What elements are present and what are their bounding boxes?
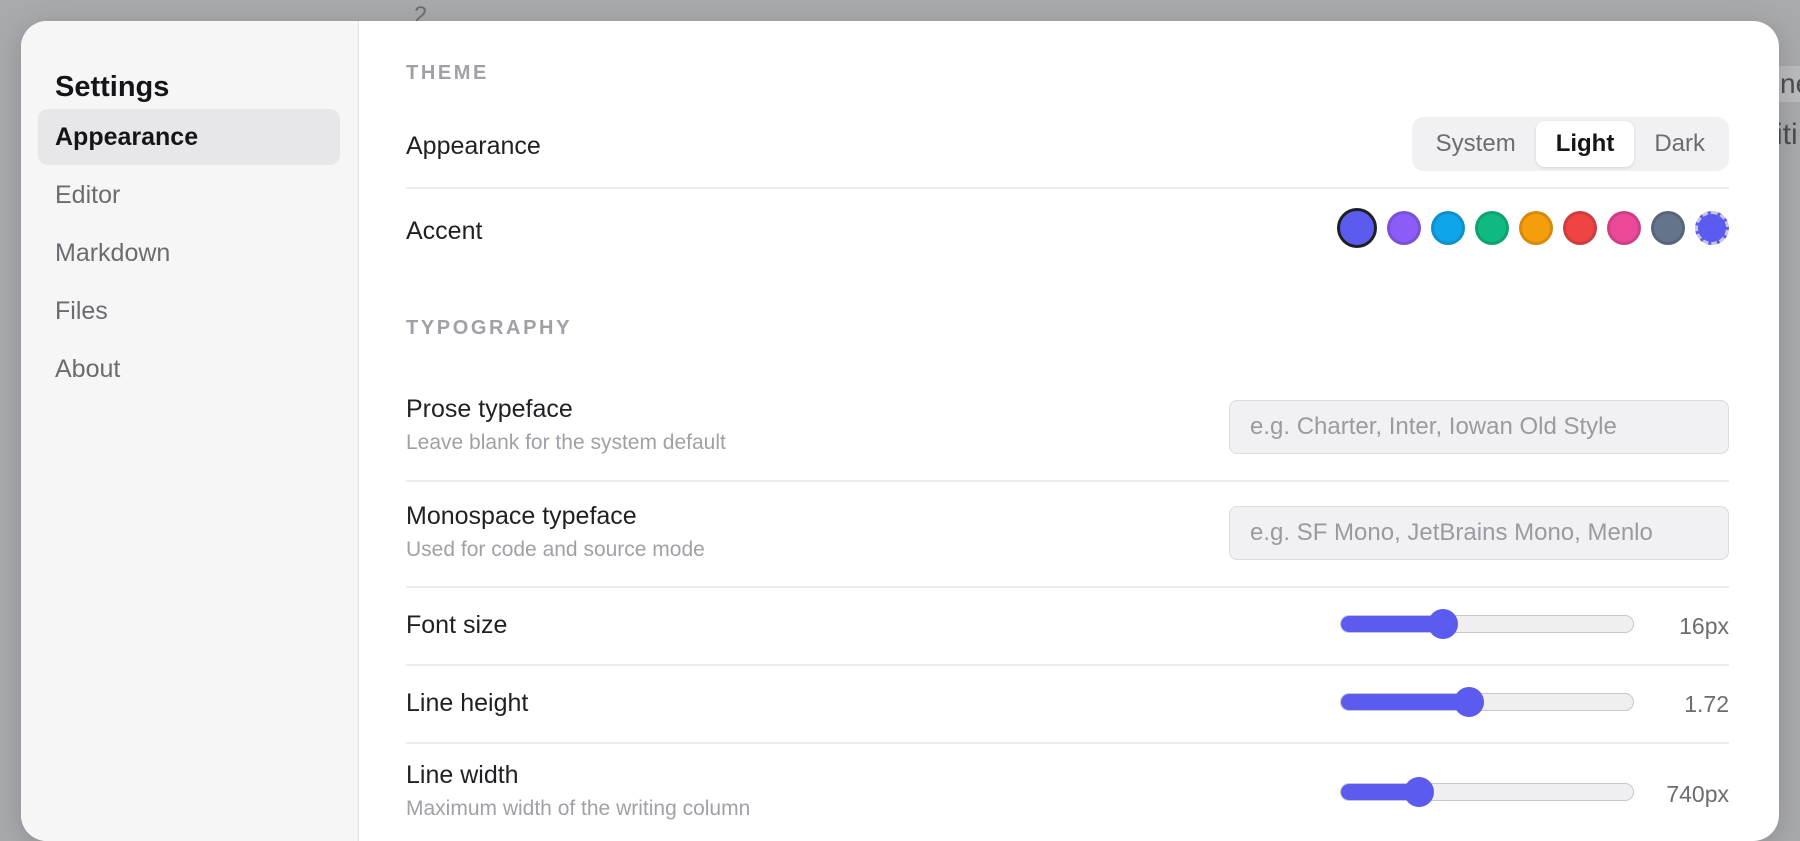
monospace-typeface-hint: Used for code and source mode [406, 538, 705, 561]
accent-swatch-custom[interactable] [1695, 211, 1729, 245]
line-width-slider[interactable] [1340, 777, 1634, 807]
appearance-segmented-control: System Light Dark [1411, 117, 1729, 171]
font-size-slider-thumb[interactable] [1428, 609, 1458, 639]
line-width-value: 740px [1666, 781, 1729, 807]
accent-swatch-sky[interactable] [1431, 211, 1465, 245]
accent-swatch-pink[interactable] [1607, 211, 1641, 245]
appearance-option-light[interactable]: Light [1535, 121, 1635, 167]
accent-swatch-amber[interactable] [1519, 211, 1553, 245]
appearance-row: Appearance System Light Dark [406, 101, 1729, 189]
monospace-typeface-row: Monospace typeface Used for code and sou… [406, 482, 1729, 588]
line-height-slider-fill [1341, 694, 1470, 710]
accent-row: Accent [406, 189, 1729, 271]
font-size-label: Font size [406, 611, 508, 639]
background-editor-text: iti [1776, 118, 1798, 151]
font-size-slider-track [1340, 615, 1634, 633]
line-height-row: Line height 1.72 [406, 666, 1729, 744]
font-size-row: Font size 16px [406, 588, 1729, 666]
sidebar-item-appearance[interactable]: Appearance [38, 109, 340, 165]
accent-swatch-indigo[interactable] [1337, 208, 1377, 248]
line-width-label: Line width [406, 761, 519, 789]
line-height-label: Line height [406, 689, 529, 717]
prose-typeface-input[interactable] [1229, 400, 1729, 454]
accent-swatch-red[interactable] [1563, 211, 1597, 245]
prose-typeface-row: Prose typeface Leave blank for the syste… [406, 355, 1729, 482]
appearance-option-system[interactable]: System [1416, 121, 1536, 167]
line-width-slider-thumb[interactable] [1404, 777, 1434, 807]
sidebar-item-files[interactable]: Files [38, 283, 340, 339]
font-size-value: 16px [1679, 613, 1729, 639]
line-width-hint: Maximum width of the writing column [406, 797, 751, 820]
settings-sidebar: Settings Appearance Editor Markdown File… [21, 21, 359, 841]
line-height-slider-thumb[interactable] [1454, 687, 1484, 717]
prose-typeface-hint: Leave blank for the system default [406, 431, 726, 454]
monospace-typeface-label: Monospace typeface [406, 502, 637, 530]
accent-swatches [1337, 208, 1729, 248]
font-size-slider[interactable] [1340, 609, 1634, 639]
prose-typeface-label: Prose typeface [406, 395, 573, 423]
settings-dialog: Settings Appearance Editor Markdown File… [21, 21, 1779, 841]
accent-swatch-violet[interactable] [1387, 211, 1421, 245]
appearance-option-dark[interactable]: Dark [1634, 121, 1725, 167]
line-width-slider-track [1340, 783, 1634, 801]
section-heading-typography: TYPOGRAPHY [406, 317, 573, 339]
sidebar-item-markdown[interactable]: Markdown [38, 225, 340, 281]
monospace-typeface-input[interactable] [1229, 506, 1729, 560]
settings-nav: Appearance Editor Markdown Files About [38, 109, 340, 399]
sidebar-item-about[interactable]: About [38, 341, 340, 397]
accent-label: Accent [406, 217, 483, 245]
section-heading-theme: THEME [406, 62, 489, 84]
sidebar-item-editor[interactable]: Editor [38, 167, 340, 223]
settings-title: Settings [55, 71, 170, 103]
accent-swatch-slate[interactable] [1651, 211, 1685, 245]
line-height-value: 1.72 [1684, 691, 1729, 717]
line-width-row: Line width Maximum width of the writing … [406, 744, 1729, 841]
line-height-slider-track [1340, 693, 1634, 711]
accent-swatch-emerald[interactable] [1475, 211, 1509, 245]
line-height-slider[interactable] [1340, 687, 1634, 717]
appearance-label: Appearance [406, 132, 541, 160]
